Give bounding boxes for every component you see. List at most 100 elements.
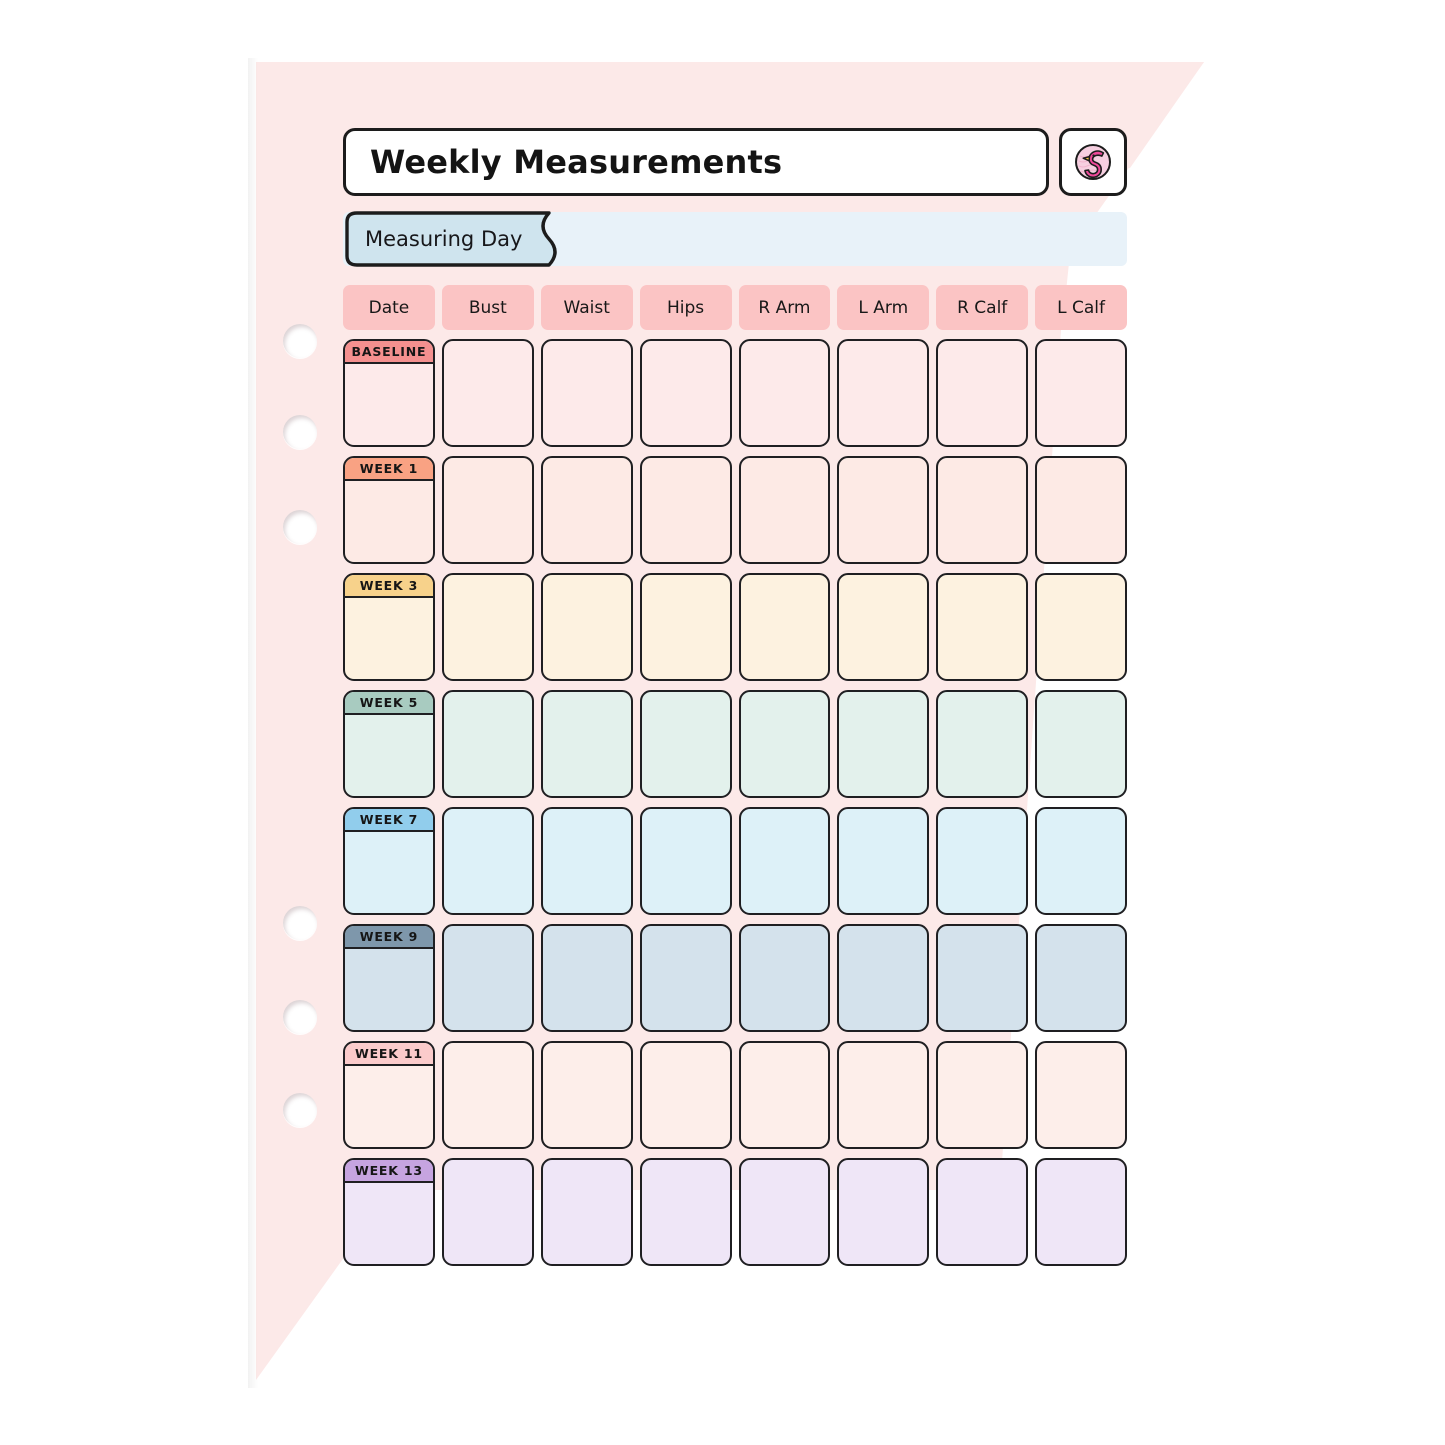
- measurement-cell[interactable]: [1035, 573, 1127, 681]
- measurement-cell[interactable]: [1035, 807, 1127, 915]
- measurement-cell[interactable]: [639, 1041, 732, 1149]
- measurement-cell[interactable]: [837, 690, 930, 798]
- measurement-cell[interactable]: [540, 1041, 633, 1149]
- measurement-cell[interactable]: [936, 1158, 1029, 1266]
- measurement-cell[interactable]: [738, 339, 831, 447]
- measurement-cell[interactable]: [936, 573, 1029, 681]
- measurement-cell[interactable]: [639, 573, 732, 681]
- binder-hole-6: [283, 1093, 317, 1127]
- table-row: WEEK 5: [343, 690, 1127, 798]
- measurement-cell[interactable]: [540, 573, 633, 681]
- table-body: BASELINE WEEK 1 WEEK 3 WEEK 5 WEEK 7 WEEK 9 WE…: [343, 339, 1127, 1266]
- table-row: BASELINE: [343, 339, 1127, 447]
- measurement-cell[interactable]: [441, 456, 534, 564]
- measurement-cell[interactable]: [1035, 690, 1127, 798]
- date-input-cell[interactable]: [345, 598, 433, 679]
- table-row: WEEK 1: [343, 456, 1127, 564]
- column-header-hips: Hips: [639, 285, 732, 330]
- measurement-cell[interactable]: [738, 456, 831, 564]
- measurement-cell[interactable]: [639, 456, 732, 564]
- row-label-cell[interactable]: WEEK 3: [343, 573, 435, 681]
- measurement-cell[interactable]: [1035, 1158, 1127, 1266]
- measuring-day-tab: Measuring Day: [343, 210, 575, 268]
- measurement-cell[interactable]: [738, 1041, 831, 1149]
- measurement-cell[interactable]: [837, 456, 930, 564]
- measurement-cell[interactable]: [1035, 456, 1127, 564]
- column-header-waist: Waist: [540, 285, 633, 330]
- binder-hole-5: [283, 1000, 317, 1034]
- measurement-cell[interactable]: [540, 690, 633, 798]
- column-header-r-calf: R Calf: [936, 285, 1029, 330]
- measurement-cell[interactable]: [738, 1158, 831, 1266]
- measurement-cell[interactable]: [441, 1041, 534, 1149]
- table-row: WEEK 7: [343, 807, 1127, 915]
- row-label-cell[interactable]: WEEK 1: [343, 456, 435, 564]
- measurement-cell[interactable]: [639, 690, 732, 798]
- measurement-cell[interactable]: [738, 924, 831, 1032]
- flamingo-logo-button[interactable]: [1059, 128, 1127, 196]
- measurement-cell[interactable]: [936, 339, 1029, 447]
- date-input-cell[interactable]: [345, 715, 433, 796]
- measurement-cell[interactable]: [441, 339, 534, 447]
- row-label-week-9: WEEK 9: [345, 926, 433, 949]
- measurement-cell[interactable]: [441, 924, 534, 1032]
- flamingo-icon: [1075, 144, 1111, 180]
- measurement-cell[interactable]: [540, 339, 633, 447]
- measurement-cell[interactable]: [540, 807, 633, 915]
- column-header-bust: Bust: [441, 285, 534, 330]
- date-input-cell[interactable]: [345, 1066, 433, 1147]
- measurement-cell[interactable]: [1035, 1041, 1127, 1149]
- date-input-cell[interactable]: [345, 1183, 433, 1264]
- measurement-cell[interactable]: [540, 456, 633, 564]
- row-label-cell[interactable]: WEEK 7: [343, 807, 435, 915]
- binder-hole-4: [283, 906, 317, 940]
- date-input-cell[interactable]: [345, 949, 433, 1030]
- measurement-cell[interactable]: [639, 924, 732, 1032]
- measurement-cell[interactable]: [936, 1041, 1029, 1149]
- measurement-cell[interactable]: [936, 807, 1029, 915]
- measurement-cell[interactable]: [837, 1158, 930, 1266]
- row-label-cell[interactable]: WEEK 9: [343, 924, 435, 1032]
- measurement-cell[interactable]: [936, 924, 1029, 1032]
- date-input-cell[interactable]: [345, 832, 433, 913]
- page-edge-shadow: [248, 58, 258, 1388]
- table-row: WEEK 3: [343, 573, 1127, 681]
- date-input-cell[interactable]: [345, 481, 433, 562]
- measurement-cell[interactable]: [540, 924, 633, 1032]
- measurement-cell[interactable]: [837, 1041, 930, 1149]
- row-label-cell[interactable]: BASELINE: [343, 339, 435, 447]
- measurement-cell[interactable]: [936, 690, 1029, 798]
- measurement-cell[interactable]: [1035, 339, 1127, 447]
- measurement-cell[interactable]: [441, 807, 534, 915]
- measurement-cell[interactable]: [837, 807, 930, 915]
- row-label-week-3: WEEK 3: [345, 575, 433, 598]
- measurement-cell[interactable]: [1035, 924, 1127, 1032]
- row-label-week-1: WEEK 1: [345, 458, 433, 481]
- measurement-cell[interactable]: [639, 807, 732, 915]
- measurement-cell[interactable]: [639, 339, 732, 447]
- row-label-cell[interactable]: WEEK 13: [343, 1158, 435, 1266]
- measurement-cell[interactable]: [738, 690, 831, 798]
- measurement-cell[interactable]: [441, 690, 534, 798]
- row-label-cell[interactable]: WEEK 5: [343, 690, 435, 798]
- binder-hole-2: [283, 415, 317, 449]
- measurement-cell[interactable]: [738, 573, 831, 681]
- measurement-cell[interactable]: [837, 924, 930, 1032]
- date-input-cell[interactable]: [345, 364, 433, 445]
- row-label-week-5: WEEK 5: [345, 692, 433, 715]
- table-row: WEEK 11: [343, 1041, 1127, 1149]
- measurement-cell[interactable]: [936, 456, 1029, 564]
- title-row: Weekly Measurements: [343, 128, 1127, 196]
- page-title: Weekly Measurements: [370, 143, 783, 181]
- measurement-cell[interactable]: [837, 339, 930, 447]
- measurement-cell[interactable]: [441, 573, 534, 681]
- measurement-cell[interactable]: [441, 1158, 534, 1266]
- column-header-l-calf: L Calf: [1035, 285, 1127, 330]
- measurement-cell[interactable]: [837, 573, 930, 681]
- measurement-cell[interactable]: [738, 807, 831, 915]
- measurement-cell[interactable]: [540, 1158, 633, 1266]
- row-label-baseline: BASELINE: [345, 341, 433, 364]
- row-label-cell[interactable]: WEEK 11: [343, 1041, 435, 1149]
- measurement-cell[interactable]: [639, 1158, 732, 1266]
- column-header-date: Date: [343, 285, 435, 330]
